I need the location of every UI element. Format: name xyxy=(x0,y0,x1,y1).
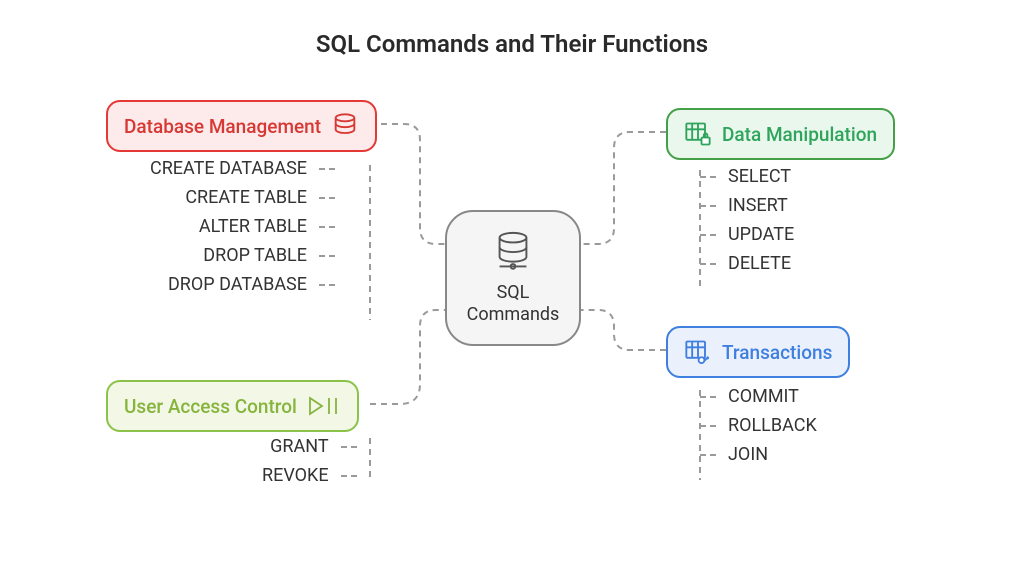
center-node: SQLCommands xyxy=(445,210,581,346)
command-item: DROP TABLE xyxy=(150,245,335,266)
command-item: DELETE xyxy=(700,253,794,274)
commands-transactions: COMMIT ROLLBACK JOIN xyxy=(700,386,817,465)
command-item: UPDATE xyxy=(700,224,794,245)
command-item: DROP DATABASE xyxy=(150,274,335,295)
command-item: COMMIT xyxy=(700,386,817,407)
commands-user-access-control: GRANT REVOKE xyxy=(262,436,357,486)
center-label: SQLCommands xyxy=(467,282,560,325)
command-item: REVOKE xyxy=(262,465,357,486)
branch-label: Data Manipulation xyxy=(722,123,877,146)
branch-label: Database Management xyxy=(124,115,321,138)
branch-database-management: Database Management xyxy=(106,100,377,152)
branch-data-manipulation: Data Manipulation xyxy=(666,108,895,160)
commands-database-management: CREATE DATABASE CREATE TABLE ALTER TABLE… xyxy=(150,158,335,295)
branch-transactions: Transactions xyxy=(666,326,850,378)
command-item: ROLLBACK xyxy=(700,415,817,436)
command-item: SELECT xyxy=(700,166,794,187)
commands-data-manipulation: SELECT INSERT UPDATE DELETE xyxy=(700,166,794,274)
command-item: INSERT xyxy=(700,195,794,216)
branch-label: User Access Control xyxy=(124,395,297,418)
table-key-icon xyxy=(684,338,712,366)
database-icon xyxy=(490,230,536,276)
database-icon xyxy=(331,112,359,140)
page-title: SQL Commands and Their Functions xyxy=(0,30,1024,58)
branch-label: Transactions xyxy=(722,341,832,364)
command-item: CREATE DATABASE xyxy=(150,158,335,179)
command-item: ALTER TABLE xyxy=(150,216,335,237)
branch-user-access-control: User Access Control xyxy=(106,380,359,432)
command-item: CREATE TABLE xyxy=(150,187,335,208)
command-item: JOIN xyxy=(700,444,817,465)
command-item: GRANT xyxy=(262,436,357,457)
table-lock-icon xyxy=(684,120,712,148)
play-pause-icon xyxy=(307,392,341,420)
